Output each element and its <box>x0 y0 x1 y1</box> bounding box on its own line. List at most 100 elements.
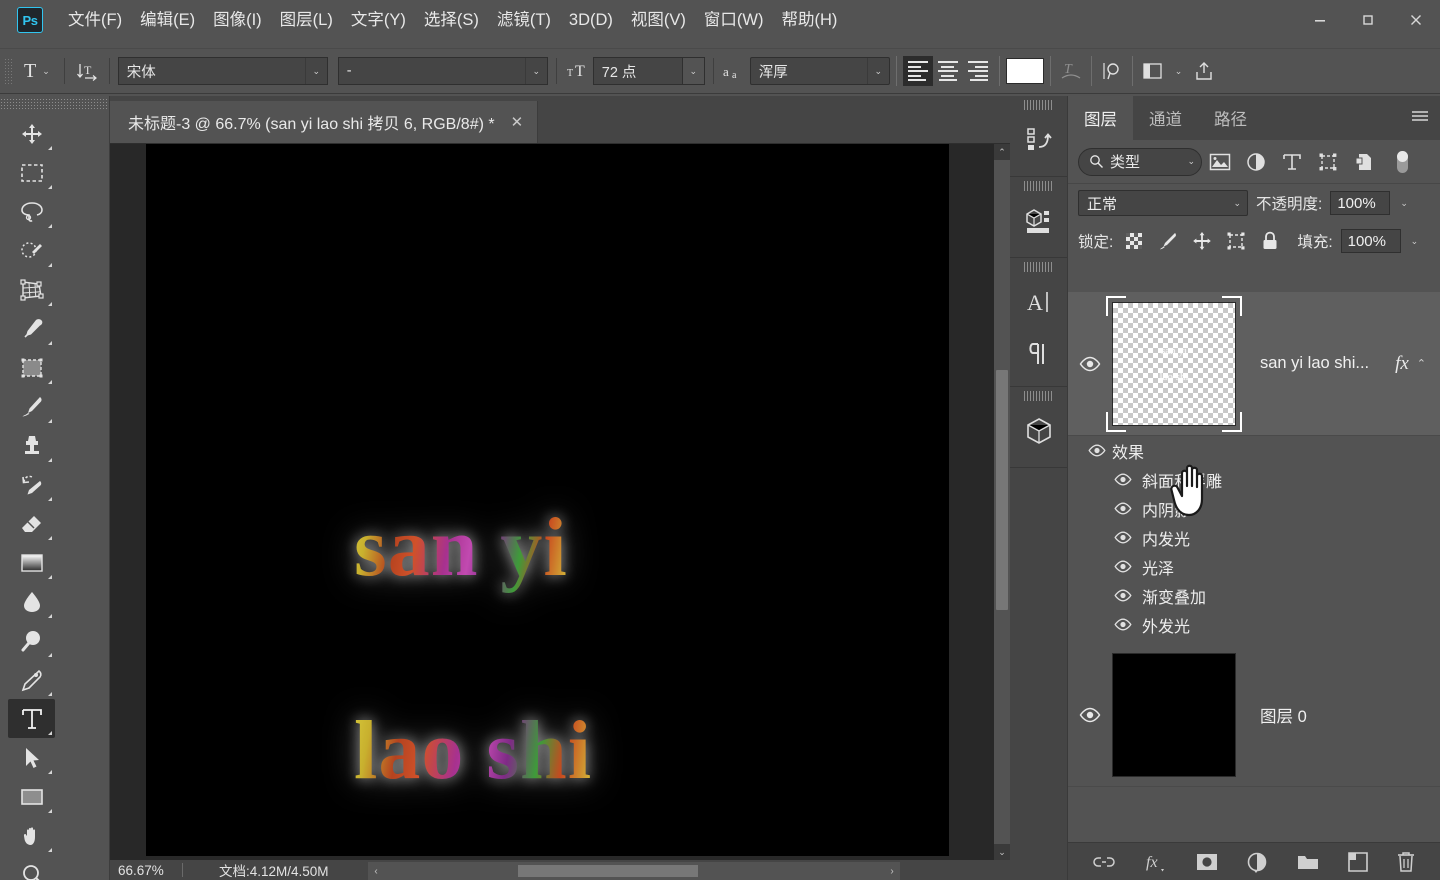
new-group-button[interactable] <box>1296 853 1320 871</box>
effect-visibility-toggle[interactable] <box>1068 502 1138 515</box>
menu-3d[interactable]: 3D(D) <box>560 6 622 35</box>
crop-tool[interactable] <box>8 270 55 309</box>
layer-name[interactable]: san yi lao shi... <box>1236 354 1395 373</box>
effect-row-satin[interactable]: 光泽 <box>1068 552 1440 581</box>
dock-gripper[interactable] <box>1024 181 1053 191</box>
maximize-button[interactable] <box>1344 0 1392 40</box>
filter-shape-icon[interactable] <box>1310 147 1346 177</box>
layer-visibility-toggle[interactable] <box>1068 356 1112 372</box>
eraser-tool[interactable] <box>8 504 55 543</box>
scroll-up-icon[interactable]: ⌃ <box>994 144 1010 160</box>
canvas-horizontal-scrollbar[interactable]: ‹ › <box>368 862 900 880</box>
menu-filter[interactable]: 滤镜(T) <box>488 6 560 35</box>
tab-channels[interactable]: 通道 <box>1133 96 1198 140</box>
effect-row-outer-glow[interactable]: 外发光 <box>1068 610 1440 639</box>
close-icon[interactable]: ✕ <box>511 113 524 131</box>
lock-position-icon[interactable] <box>1189 229 1215 253</box>
menu-help[interactable]: 帮助(H) <box>772 6 846 35</box>
lasso-tool[interactable] <box>8 192 55 231</box>
character-panel-icon[interactable]: A <box>1010 274 1068 330</box>
tab-paths[interactable]: 路径 <box>1198 96 1263 140</box>
effect-visibility-toggle[interactable] <box>1068 589 1138 602</box>
history-brush-tool[interactable] <box>8 465 55 504</box>
font-family-select[interactable]: 宋体 ⌄ <box>117 57 328 85</box>
filter-pixel-icon[interactable] <box>1202 147 1238 177</box>
gradient-tool[interactable] <box>8 543 55 582</box>
dock-gripper[interactable] <box>1024 100 1053 110</box>
font-size-input[interactable]: 72 点 <box>592 57 683 85</box>
menu-image[interactable]: 图像(I) <box>204 6 271 35</box>
properties-panel-icon[interactable] <box>1010 193 1068 249</box>
menu-edit[interactable]: 编辑(E) <box>131 6 204 35</box>
effect-visibility-toggle[interactable] <box>1068 618 1138 631</box>
layer-thumbnail[interactable] <box>1112 652 1236 777</box>
pen-tool[interactable] <box>8 660 55 699</box>
layer-visibility-toggle[interactable] <box>1068 707 1112 723</box>
type-tool[interactable] <box>8 699 55 738</box>
menu-window[interactable]: 窗口(W) <box>695 6 773 35</box>
effects-visibility-toggle[interactable] <box>1068 444 1112 457</box>
panel-menu-icon[interactable] <box>1410 109 1430 128</box>
align-left-button[interactable] <box>902 56 933 86</box>
effect-row-inner-shadow[interactable]: 内阴影 <box>1068 494 1440 523</box>
filter-type-select[interactable]: 类型 ⌄ <box>1078 147 1202 176</box>
text-color-swatch[interactable] <box>1005 58 1044 84</box>
canvas-area[interactable]: san yi lao shi ⌃ ⌄ <box>110 144 1010 860</box>
chevron-down-icon[interactable]: ⌄ <box>1167 66 1191 77</box>
canvas-vertical-scrollbar[interactable]: ⌃ ⌄ <box>994 144 1010 860</box>
filter-type-icon[interactable] <box>1274 147 1310 177</box>
layer-thumbnail[interactable]: san yi lao shi <box>1112 301 1236 426</box>
share-button[interactable] <box>1190 57 1218 85</box>
paragraph-panel-icon[interactable] <box>1010 330 1068 378</box>
filter-smart-object-icon[interactable] <box>1346 147 1382 177</box>
antialias-select[interactable]: 浑厚 ⌄ <box>749 57 890 85</box>
effect-visibility-toggle[interactable] <box>1068 531 1138 544</box>
add-mask-button[interactable] <box>1196 853 1218 871</box>
filter-enable-toggle[interactable] <box>1384 147 1420 177</box>
path-selection-tool[interactable] <box>8 738 55 777</box>
frame-tool[interactable] <box>8 348 55 387</box>
effect-row-gradient-overlay[interactable]: 渐变叠加 <box>1068 581 1440 610</box>
scroll-left-icon[interactable]: ‹ <box>368 862 384 880</box>
menu-file[interactable]: 文件(F) <box>59 6 131 35</box>
hscrollbar-thumb[interactable] <box>518 865 698 877</box>
active-tool-preset[interactable]: T ⌄ <box>18 56 56 86</box>
marquee-tool[interactable] <box>8 153 55 192</box>
lock-image-icon[interactable] <box>1155 229 1181 253</box>
layer-fx-badge[interactable]: fx <box>1395 353 1417 375</box>
effect-visibility-toggle[interactable] <box>1068 473 1138 486</box>
opacity-input[interactable]: 100% <box>1330 191 1391 215</box>
document-tab[interactable]: 未标题-3 @ 66.7% (san yi lao shi 拷贝 6, RGB/… <box>110 101 539 143</box>
scroll-right-icon[interactable]: › <box>884 862 900 880</box>
effect-visibility-toggle[interactable] <box>1068 560 1138 573</box>
delete-layer-button[interactable] <box>1396 851 1416 873</box>
blend-mode-select[interactable]: 正常 ⌄ <box>1078 190 1248 216</box>
font-style-select[interactable]: - ⌄ <box>337 57 548 85</box>
chevron-up-icon[interactable]: ⌃ <box>1417 357 1440 370</box>
minimize-button[interactable] <box>1296 0 1344 40</box>
menu-layer[interactable]: 图层(L) <box>271 6 342 35</box>
warp-text-button[interactable]: T <box>1057 57 1085 85</box>
adjustment-layer-button[interactable] <box>1246 851 1268 873</box>
effects-header-row[interactable]: 效果 <box>1068 436 1440 465</box>
blur-tool[interactable] <box>8 582 55 621</box>
document-canvas[interactable]: san yi lao shi <box>146 144 949 856</box>
lock-all-icon[interactable] <box>1257 229 1283 253</box>
toggle-text-orientation-button[interactable]: T <box>73 57 101 85</box>
dock-gripper[interactable] <box>1024 262 1053 272</box>
dock-gripper[interactable] <box>1024 391 1053 401</box>
fill-dropdown-icon[interactable]: ⌄ <box>1409 236 1421 247</box>
align-right-button[interactable] <box>963 56 993 86</box>
fill-input[interactable]: 100% <box>1340 229 1401 253</box>
menu-select[interactable]: 选择(S) <box>415 6 488 35</box>
scrollbar-thumb[interactable] <box>996 370 1008 610</box>
tools-panel-gripper[interactable] <box>0 98 109 110</box>
brush-tool[interactable] <box>8 387 55 426</box>
3d-panel-icon[interactable] <box>1010 403 1068 459</box>
history-panel-icon[interactable] <box>1010 112 1068 168</box>
rectangle-tool[interactable] <box>8 777 55 816</box>
dodge-tool[interactable] <box>8 621 55 660</box>
clone-stamp-tool[interactable] <box>8 426 55 465</box>
align-center-button[interactable] <box>933 56 963 86</box>
menu-type[interactable]: 文字(Y) <box>342 6 415 35</box>
